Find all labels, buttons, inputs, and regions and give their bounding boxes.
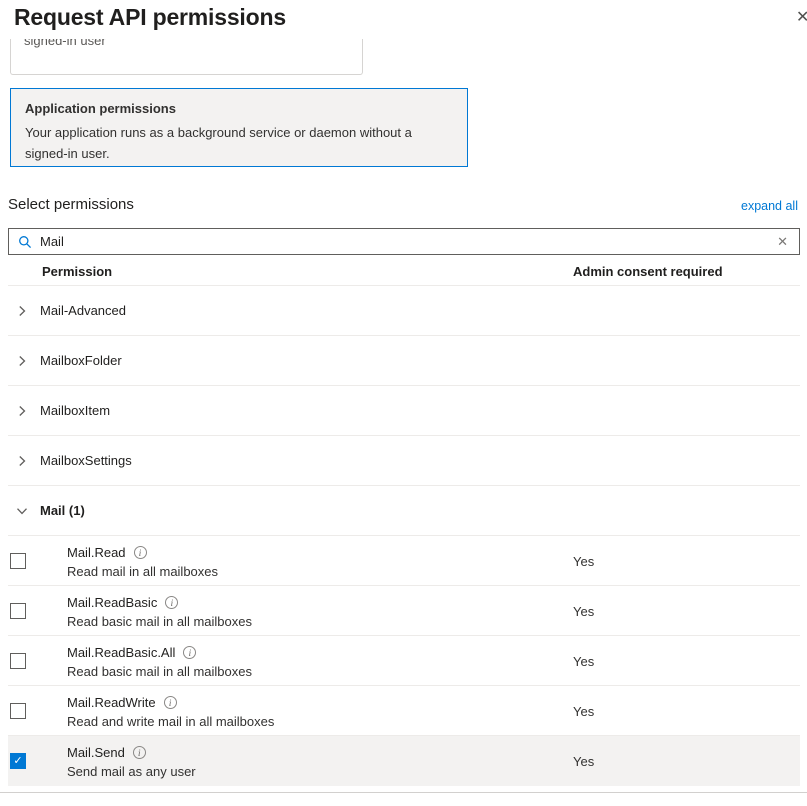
admin-consent-value: Yes [573,704,594,719]
group-row[interactable]: MailboxSettings [8,436,800,486]
group-row[interactable]: MailboxFolder [8,336,800,386]
collapsed-groups: Mail-Advanced MailboxFolder MailboxItem … [8,286,800,486]
table-header-row: Permission Admin consent required [8,258,800,286]
list-bottom-divider [0,792,807,793]
permission-checkbox[interactable] [10,703,26,719]
permission-row: Mail.ReadBasic i Read basic mail in all … [8,586,800,636]
group-name: MailboxFolder [40,353,122,368]
permissions-search-box[interactable]: ✕ [8,228,800,255]
admin-consent-value: Yes [573,754,594,769]
permission-row: Mail.Read i Read mail in all mailboxes Y… [8,536,800,586]
column-header-permission: Permission [42,264,112,279]
permission-name: Mail.Read [67,545,126,560]
delegated-permissions-card-clipped[interactable]: signed-in user [10,39,363,75]
group-name: Mail (1) [40,503,85,518]
info-icon[interactable]: i [183,646,196,659]
application-permissions-card[interactable]: Application permissions Your application… [10,88,468,167]
permission-name: Mail.Send [67,745,125,760]
select-permissions-label: Select permissions [8,196,134,213]
permission-description: Send mail as any user [67,764,196,779]
clear-search-icon[interactable]: ✕ [766,234,799,250]
group-row[interactable]: MailboxItem [8,386,800,436]
permission-name: Mail.ReadWrite [67,695,156,710]
permission-checkbox[interactable]: ✓ [10,753,26,769]
page-title: Request API permissions [14,4,286,31]
search-icon [18,235,32,249]
checkmark-icon: ✓ [13,756,22,767]
permission-checkbox[interactable] [10,553,26,569]
chevron-right-icon[interactable] [16,305,34,317]
admin-consent-value: Yes [573,654,594,669]
group-name: MailboxItem [40,403,110,418]
permission-rows: Mail.Read i Read mail in all mailboxes Y… [8,536,800,786]
permission-row: ✓ Mail.Send i Send mail as any user Yes [8,736,800,786]
expand-all-link[interactable]: expand all [741,199,798,213]
admin-consent-value: Yes [573,554,594,569]
group-row-expanded[interactable]: Mail (1) [8,486,800,536]
permission-description: Read basic mail in all mailboxes [67,664,252,679]
permission-description: Read basic mail in all mailboxes [67,614,252,629]
group-row[interactable]: Mail-Advanced [8,286,800,336]
chevron-right-icon[interactable] [16,405,34,417]
admin-consent-value: Yes [573,604,594,619]
chevron-right-icon[interactable] [16,455,34,467]
info-icon[interactable]: i [164,696,177,709]
permission-row: Mail.ReadBasic.All i Read basic mail in … [8,636,800,686]
permission-description: Read and write mail in all mailboxes [67,714,274,729]
info-icon[interactable]: i [134,546,147,559]
permission-checkbox[interactable] [10,603,26,619]
application-permissions-title: Application permissions [25,101,453,116]
permission-name: Mail.ReadBasic.All [67,645,175,660]
permission-description: Read mail in all mailboxes [67,564,218,579]
chevron-right-icon[interactable] [16,355,34,367]
search-input[interactable] [32,234,766,249]
info-icon[interactable]: i [133,746,146,759]
permission-name: Mail.ReadBasic [67,595,157,610]
chevron-down-icon[interactable] [16,505,34,517]
permission-row: Mail.ReadWrite i Read and write mail in … [8,686,800,736]
column-header-admin-consent: Admin consent required [573,264,723,279]
permissions-list: Permission Admin consent required Mail-A… [8,258,800,786]
application-permissions-description: Your application runs as a background se… [25,123,449,165]
close-icon[interactable]: ✕ [796,7,807,27]
permission-checkbox[interactable] [10,653,26,669]
delegated-card-clipped-text: signed-in user [24,39,362,48]
info-icon[interactable]: i [165,596,178,609]
group-name: Mail-Advanced [40,303,126,318]
group-name: MailboxSettings [40,453,132,468]
